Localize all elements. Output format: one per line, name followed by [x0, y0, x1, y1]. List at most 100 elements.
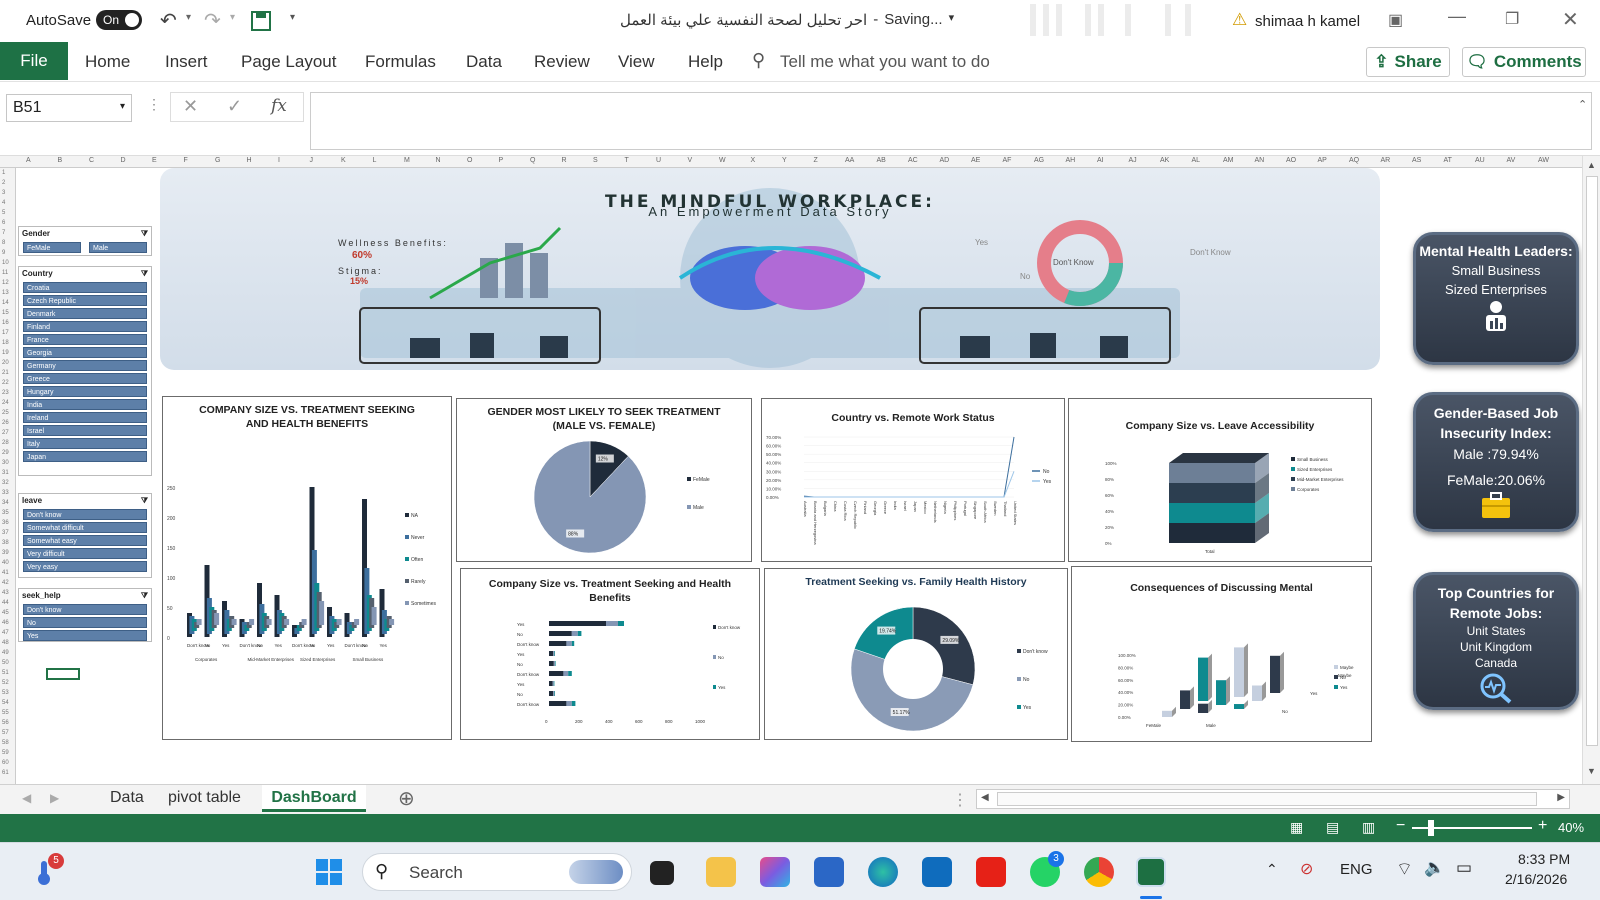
column-header[interactable]: AA	[845, 157, 854, 164]
row-header[interactable]: 16	[2, 320, 9, 326]
column-header[interactable]: AC	[908, 157, 918, 164]
slicer-item[interactable]: Don't know	[23, 509, 147, 520]
store-icon[interactable]	[814, 857, 844, 887]
column-header[interactable]: AV	[1507, 157, 1516, 164]
chart-leave-access[interactable]: Company Size vs. Leave Accessibility 0% 2…	[1068, 398, 1372, 562]
row-header[interactable]: 18	[2, 340, 9, 346]
hscroll-right-icon[interactable]: ▶	[1557, 792, 1565, 803]
column-header[interactable]: AI	[1097, 157, 1104, 164]
row-header[interactable]: 42	[2, 580, 9, 586]
column-header[interactable]: O	[467, 157, 472, 164]
task-view-icon[interactable]	[650, 861, 674, 885]
language-indicator[interactable]: ENG	[1340, 861, 1373, 878]
ribbon-display-icon[interactable]: ▣	[1388, 10, 1403, 30]
row-header[interactable]: 29	[2, 450, 9, 456]
hscroll-left-icon[interactable]: ◀	[981, 792, 989, 803]
tray-chevron-icon[interactable]: ⌃	[1266, 861, 1278, 878]
add-sheet-icon[interactable]: ⊕	[398, 786, 415, 811]
slicer-item[interactable]: Croatia	[23, 282, 147, 293]
row-header[interactable]: 40	[2, 560, 9, 566]
enter-icon[interactable]: ✓	[227, 96, 242, 117]
scroll-thumb[interactable]	[1586, 176, 1598, 746]
column-header[interactable]: H	[247, 157, 252, 164]
column-header[interactable]: AE	[971, 157, 980, 164]
column-header[interactable]: T	[625, 157, 629, 164]
row-header[interactable]: 34	[2, 500, 9, 506]
column-header[interactable]: E	[152, 157, 157, 164]
zoom-out-icon[interactable]: −	[1396, 817, 1405, 835]
row-header[interactable]: 44	[2, 600, 9, 606]
slicer-item[interactable]: Don't know	[23, 604, 147, 615]
row-header[interactable]: 23	[2, 390, 9, 396]
slicer-item[interactable]: Greece	[23, 373, 147, 384]
row-header[interactable]: 54	[2, 700, 9, 706]
qat-customize-icon[interactable]: ▾	[290, 12, 295, 23]
row-header[interactable]: 22	[2, 380, 9, 386]
column-header[interactable]: AJ	[1129, 157, 1137, 164]
collapse-formula-icon[interactable]: ⌃	[1578, 98, 1587, 111]
slicer-item[interactable]: Japan	[23, 451, 147, 462]
tab-view[interactable]: View	[618, 52, 655, 72]
column-header[interactable]: AW	[1538, 157, 1549, 164]
edge-icon[interactable]	[868, 857, 898, 887]
comments-button[interactable]: 🗨 Comments	[1462, 47, 1586, 77]
restore-icon[interactable]: ❐	[1505, 9, 1519, 29]
slicer-item[interactable]: India	[23, 399, 147, 410]
column-header[interactable]: AG	[1034, 157, 1044, 164]
slicer-item[interactable]: Finland	[23, 321, 147, 332]
wifi-icon[interactable]: ⌔	[1396, 858, 1413, 881]
slicer-item[interactable]: Israel	[23, 425, 147, 436]
more-options-icon[interactable]: ⋮	[147, 96, 161, 113]
row-header[interactable]: 17	[2, 330, 9, 336]
column-header[interactable]: V	[688, 157, 693, 164]
slicer-item[interactable]: France	[23, 334, 147, 345]
tab-home[interactable]: Home	[85, 52, 130, 72]
title-dropdown-icon[interactable]: ▾	[949, 11, 955, 29]
copilot-icon[interactable]	[760, 857, 790, 887]
zoom-in-icon[interactable]: +	[1538, 817, 1547, 835]
user-name[interactable]: shimaa h kamel	[1255, 13, 1360, 30]
column-header[interactable]: Z	[814, 157, 818, 164]
chart-country-remote[interactable]: Country vs. Remote Work Status 0.00% 10.0…	[761, 398, 1065, 562]
scroll-up-icon[interactable]: ▲	[1587, 160, 1596, 170]
clock-date[interactable]: 2/16/2026	[1505, 871, 1567, 887]
excel-taskbar-icon[interactable]	[1136, 857, 1166, 887]
active-cell-b51[interactable]	[46, 668, 80, 680]
column-header[interactable]: AN	[1255, 157, 1265, 164]
row-header[interactable]: 7	[2, 230, 5, 236]
filter-icon[interactable]: ⧩	[141, 496, 148, 505]
column-header[interactable]: AL	[1192, 157, 1201, 164]
row-header[interactable]: 43	[2, 590, 9, 596]
redo-icon[interactable]: ↷	[204, 8, 221, 33]
chart-gender-treatment[interactable]: GENDER MOST LIKELY TO SEEK TREATMENT (MA…	[456, 398, 752, 562]
slicer-item[interactable]: Very easy	[23, 561, 147, 572]
row-header[interactable]: 20	[2, 360, 9, 366]
chart-consequences[interactable]: Consequences of Discussing Mental 0.00% 2…	[1071, 566, 1372, 742]
youtube-icon[interactable]	[976, 857, 1006, 887]
battery-icon[interactable]: ▭	[1456, 858, 1472, 878]
redo-dropdown-icon[interactable]: ▾	[230, 12, 235, 23]
slicer-item[interactable]: Somewhat easy	[23, 535, 147, 546]
clock-time[interactable]: 8:33 PM	[1518, 851, 1570, 867]
column-header[interactable]: AH	[1066, 157, 1076, 164]
tray-app-icon[interactable]: ⊘	[1300, 859, 1313, 879]
slicer-item[interactable]: No	[23, 617, 147, 628]
outlook-icon[interactable]	[922, 857, 952, 887]
scroll-down-icon[interactable]: ▼	[1587, 766, 1596, 776]
tab-formulas[interactable]: Formulas	[365, 52, 436, 72]
sheet-tab-pivot[interactable]: pivot table	[168, 789, 241, 807]
tab-help[interactable]: Help	[688, 52, 723, 72]
filter-icon[interactable]: ⧩	[141, 229, 148, 238]
undo-dropdown-icon[interactable]: ▾	[186, 12, 191, 23]
filter-icon[interactable]: ⧩	[141, 269, 148, 278]
normal-view-icon[interactable]: ▦	[1290, 819, 1303, 836]
slicer-item[interactable]: Male	[89, 242, 147, 253]
row-header[interactable]: 21	[2, 370, 9, 376]
sheet-tab-dashboard[interactable]: DashBoard	[262, 785, 366, 812]
row-header[interactable]: 24	[2, 400, 9, 406]
tell-me-input[interactable]: Tell me what you want to do	[780, 52, 990, 72]
column-header[interactable]: R	[562, 157, 567, 164]
column-header[interactable]: AK	[1160, 157, 1169, 164]
column-header[interactable]: L	[373, 157, 377, 164]
hscroll-thumb[interactable]	[997, 792, 1537, 806]
